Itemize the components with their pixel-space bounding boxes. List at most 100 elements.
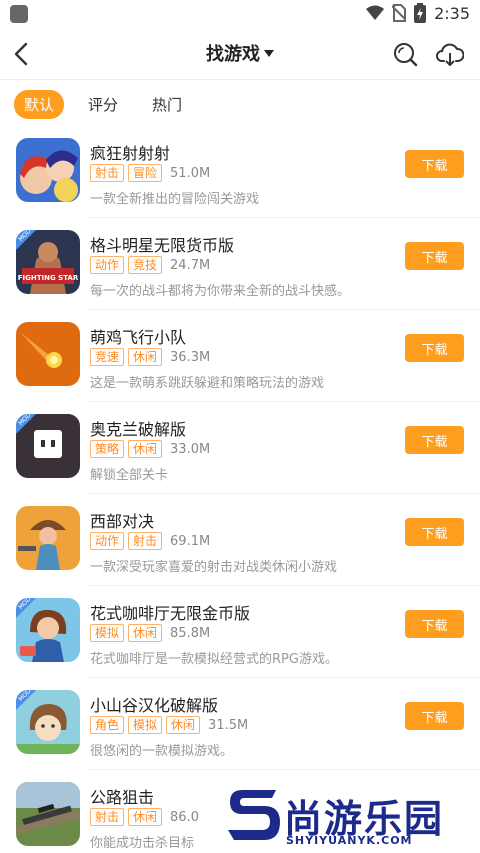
chevron-down-icon [264, 50, 274, 57]
tab-rating[interactable]: 评分 [78, 90, 128, 119]
game-name: 小山谷汉化破解版 [90, 696, 219, 715]
game-meta: 角色 模拟 休闲 31.5M [90, 716, 248, 734]
game-meta: 模拟 休闲 85.8M [90, 624, 210, 642]
game-tag: 休闲 [128, 440, 163, 458]
page-title-text: 找游戏 [206, 44, 260, 65]
cowgirl-icon [16, 506, 80, 570]
game-row[interactable]: 西部对决 动作 射击 69.1M 一款深受玩家喜爱的射击对战类休闲小游戏 下载 [0, 494, 480, 586]
game-size: 24.7M [170, 257, 211, 273]
game-icon[interactable]: FIGHTING STAR MOD [16, 230, 80, 294]
game-size: 33.0M [170, 441, 211, 457]
battery-icon [414, 3, 427, 23]
status-time: 2:35 [434, 3, 470, 23]
game-name: 格斗明星无限货币版 [90, 236, 235, 255]
game-row[interactable]: FIGHTING STAR MOD 格斗明星无限货币版 动作 竞技 24.7M … [0, 218, 480, 310]
game-row[interactable]: MOD 小山谷汉化破解版 角色 模拟 休闲 31.5M 很悠闲的一款模拟游戏。 … [0, 678, 480, 770]
game-name: 奥克兰破解版 [90, 420, 187, 439]
game-description: 一款深受玩家喜爱的射击对战类休闲小游戏 [90, 560, 338, 575]
game-meta: 策略 休闲 33.0M [90, 440, 210, 458]
game-icon[interactable] [16, 322, 80, 386]
valley-character-icon: MOD [16, 690, 80, 754]
game-description: 一款全新推出的冒险闯关游戏 [90, 192, 260, 207]
game-name: 西部对决 [90, 512, 155, 531]
block-face-icon: MOD [16, 414, 80, 478]
anime-characters-icon [16, 138, 80, 202]
game-size: 31.5M [208, 717, 249, 733]
game-name: 萌鸡飞行小队 [90, 328, 187, 347]
game-description: 解锁全部关卡 [90, 468, 169, 483]
game-icon[interactable] [16, 506, 80, 570]
no-sim-icon [392, 4, 407, 22]
watermark-logo-icon [228, 790, 280, 840]
game-size: 85.8M [170, 625, 211, 641]
nav-bar: 找游戏 [0, 28, 480, 80]
download-button[interactable]: 下载 [405, 150, 464, 178]
game-tag: 休闲 [166, 716, 201, 734]
game-size: 36.3M [170, 349, 211, 365]
game-icon[interactable]: MOD [16, 414, 80, 478]
game-meta: 射击 休闲 86.0 [90, 808, 199, 826]
game-tag: 射击 [128, 532, 163, 550]
game-meta: 动作 竞技 24.7M [90, 256, 210, 274]
download-button[interactable]: 下载 [405, 242, 464, 270]
game-tag: 策略 [90, 440, 125, 458]
game-tag: 休闲 [128, 808, 163, 826]
game-tag: 模拟 [90, 624, 125, 642]
download-button[interactable]: 下载 [405, 518, 464, 546]
game-description: 花式咖啡厅是一款模拟经营式的RPG游戏。 [90, 652, 338, 667]
watermark-url: SHYIYUANYK.COM [286, 834, 413, 847]
game-row[interactable]: 萌鸡飞行小队 竞速 休闲 36.3M 这是一款萌系跳跃躲避和策略玩法的游戏 下载 [0, 310, 480, 402]
game-row[interactable]: MOD 奥克兰破解版 策略 休闲 33.0M 解锁全部关卡 下载 [0, 402, 480, 494]
game-description: 这是一款萌系跳跃躲避和策略玩法的游戏 [90, 376, 325, 391]
status-right: 2:35 [366, 3, 470, 23]
game-tag: 竞技 [128, 256, 163, 274]
game-name: 花式咖啡厅无限金币版 [90, 604, 251, 623]
download-button[interactable]: 下载 [405, 334, 464, 362]
game-tag: 休闲 [128, 348, 163, 366]
download-manager-button[interactable] [436, 41, 465, 67]
game-icon[interactable]: MOD [16, 598, 80, 662]
fighter-icon: FIGHTING STAR MOD [16, 230, 80, 294]
sniper-rifle-icon [16, 782, 80, 846]
game-tag: 射击 [90, 164, 125, 182]
game-icon[interactable] [16, 782, 80, 846]
search-icon [394, 43, 418, 67]
fireball-icon [16, 322, 80, 386]
game-tag: 休闲 [128, 624, 163, 642]
game-tag: 动作 [90, 256, 125, 274]
game-name: 疯狂射射射 [90, 144, 171, 163]
game-icon[interactable]: MOD [16, 690, 80, 754]
game-size: 86.0 [170, 809, 199, 825]
tab-default[interactable]: 默认 [14, 89, 65, 119]
game-icon[interactable] [16, 138, 80, 202]
notification-icon [10, 5, 28, 23]
game-size: 69.1M [170, 533, 211, 549]
download-button[interactable]: 下载 [405, 702, 464, 730]
game-tag: 竞速 [90, 348, 125, 366]
game-size: 51.0M [170, 165, 211, 181]
cloud-download-icon [436, 43, 465, 66]
game-row[interactable]: 疯狂射射射 射击 冒险 51.0M 一款全新推出的冒险闯关游戏 下载 [0, 126, 480, 218]
site-watermark: 尚游乐园 SHYIYUANYK.COM [226, 784, 480, 853]
game-tag: 冒险 [128, 164, 163, 182]
game-meta: 竞速 休闲 36.3M [90, 348, 210, 366]
game-description: 你能成功击杀目标 [90, 836, 195, 851]
download-button[interactable]: 下载 [405, 610, 464, 638]
download-button[interactable]: 下载 [405, 426, 464, 454]
game-name: 公路狙击 [90, 788, 155, 807]
game-description: 每一次的战斗都将为你带来全新的战斗快感。 [90, 284, 351, 299]
wifi-icon [366, 5, 385, 20]
game-tag: 动作 [90, 532, 125, 550]
sort-tabs: 默认 评分 热门 [14, 89, 192, 119]
cafe-girl-icon: MOD [16, 598, 80, 662]
game-tag: 角色 [90, 716, 125, 734]
status-bar: 2:35 [0, 0, 480, 28]
fighting-star-logo: FIGHTING STAR [18, 274, 79, 282]
game-meta: 射击 冒险 51.0M [90, 164, 210, 182]
game-meta: 动作 射击 69.1M [90, 532, 210, 550]
game-tag: 射击 [90, 808, 125, 826]
tab-hot[interactable]: 热门 [142, 90, 192, 119]
game-row[interactable]: MOD 花式咖啡厅无限金币版 模拟 休闲 85.8M 花式咖啡厅是一款模拟经营式… [0, 586, 480, 678]
game-description: 很悠闲的一款模拟游戏。 [90, 744, 234, 759]
search-button[interactable] [392, 41, 418, 67]
